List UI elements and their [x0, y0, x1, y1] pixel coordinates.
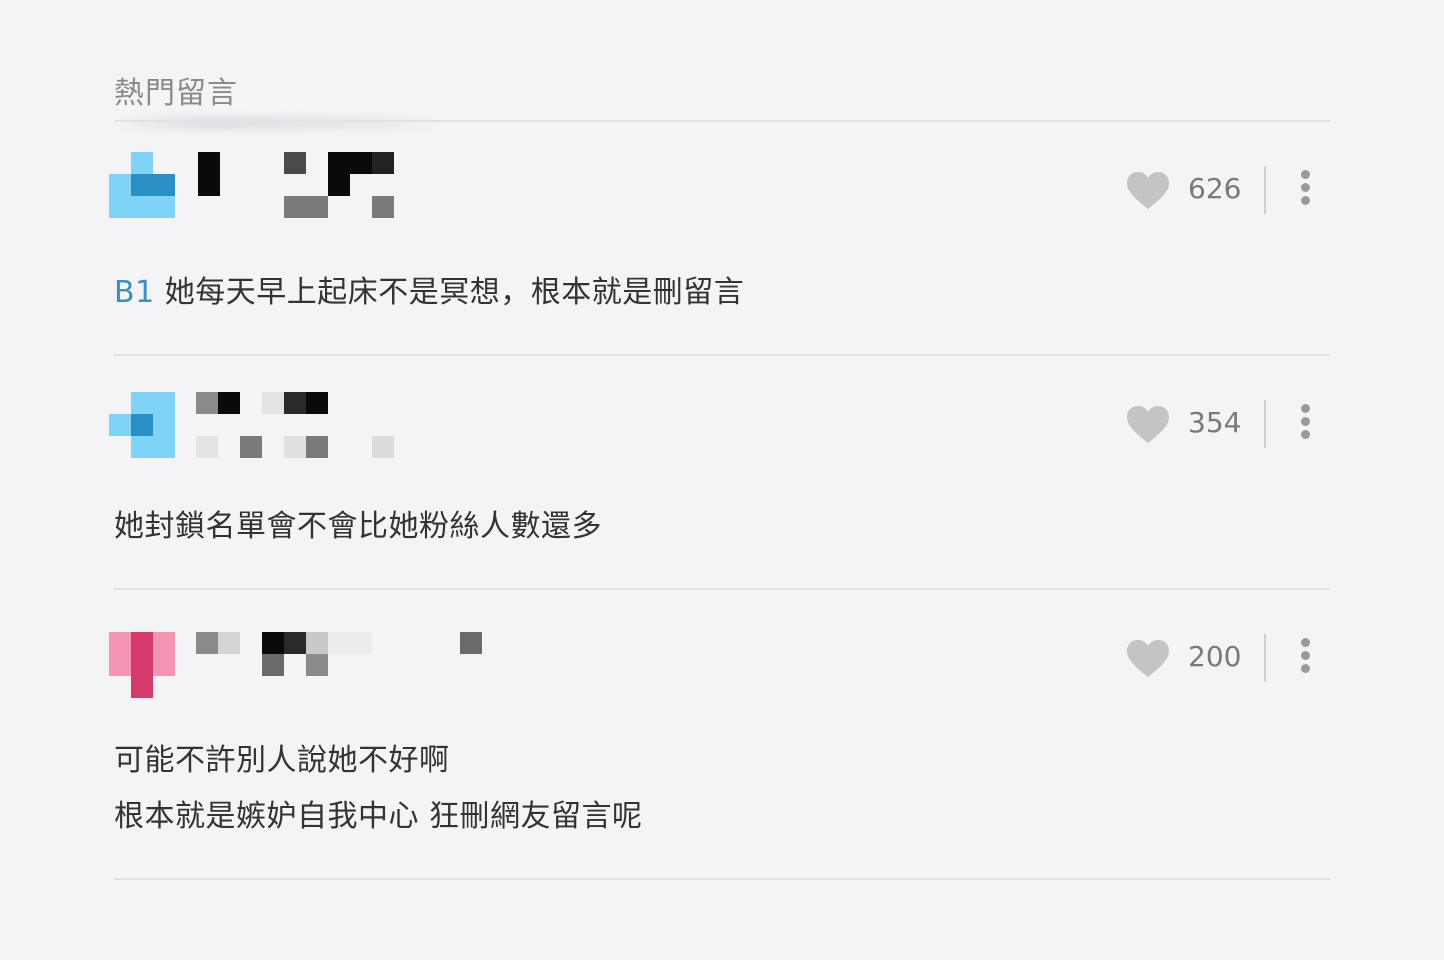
like-count: 626: [1188, 172, 1242, 205]
vertical-separator: [1264, 166, 1266, 214]
divider: [114, 120, 1330, 122]
more-vertical-icon[interactable]: [1296, 168, 1316, 208]
floor-tag[interactable]: B1: [114, 275, 155, 310]
avatar[interactable]: [109, 632, 175, 698]
username-pixelated[interactable]: [196, 632, 482, 698]
comments-page: 熱門留言 626 B1 她每天早上起床不是冥想，根本就是刪留言 354 她封鎖名…: [0, 0, 1444, 960]
vertical-separator: [1264, 634, 1266, 682]
like-count: 200: [1188, 640, 1242, 673]
comment-text: 可能不許別人說她不好啊 根本就是嫉妒自我中心 狂刪網友留言呢: [114, 733, 643, 845]
heart-icon[interactable]: [1126, 405, 1170, 445]
heart-icon[interactable]: [1126, 171, 1170, 211]
username-pixelated[interactable]: [196, 152, 396, 218]
more-vertical-icon[interactable]: [1296, 402, 1316, 442]
like-count: 354: [1188, 406, 1242, 439]
title-underline-shadow: [114, 116, 434, 130]
username-pixelated[interactable]: [196, 392, 396, 458]
comment-body: 她封鎖名單會不會比她粉絲人數還多: [114, 509, 602, 544]
comment-line: 可能不許別人說她不好啊: [114, 743, 450, 778]
vertical-separator: [1264, 400, 1266, 448]
more-vertical-icon[interactable]: [1296, 636, 1316, 676]
avatar[interactable]: [109, 152, 175, 218]
comment-body: 她每天早上起床不是冥想，根本就是刪留言: [164, 275, 745, 310]
avatar[interactable]: [109, 392, 175, 458]
section-title: 熱門留言: [114, 76, 238, 111]
comment-line: 根本就是嫉妒自我中心 狂刪網友留言呢: [114, 799, 643, 834]
divider: [114, 354, 1330, 356]
heart-icon[interactable]: [1126, 639, 1170, 679]
divider: [114, 878, 1330, 880]
comment-text: B1 她每天早上起床不是冥想，根本就是刪留言: [114, 265, 744, 321]
divider: [114, 588, 1330, 590]
